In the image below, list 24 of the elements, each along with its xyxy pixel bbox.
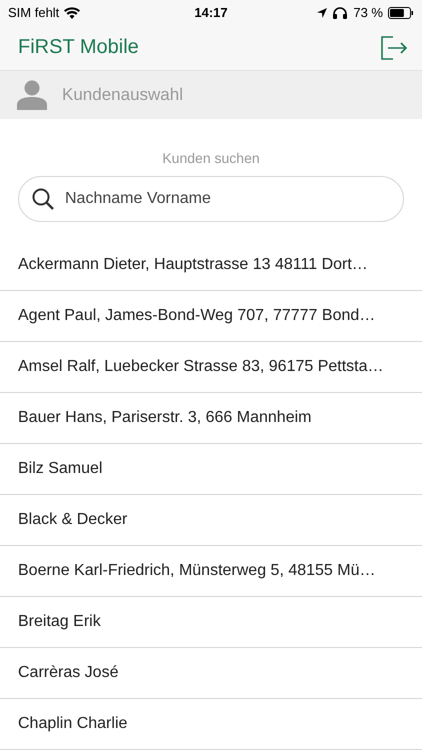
customer-row[interactable]: Carrèras José xyxy=(0,648,422,700)
app-title: FiRST Mobile xyxy=(18,36,139,60)
customer-row[interactable]: Ackermann Dieter, Hauptstrasse 13 48111 Dort… xyxy=(0,240,422,292)
customer-row[interactable]: Bauer Hans, Pariserstr. 3, 666 Mannheim xyxy=(0,393,422,444)
search-icon xyxy=(31,187,55,212)
customer-row[interactable]: Agent Paul, James-Bond-Weg 707, 77777 Bond… xyxy=(0,291,422,342)
customer-row[interactable]: Amsel Ralf, Luebecker Strasse 83, 96175 Pettsta… xyxy=(0,342,422,394)
customer-row[interactable]: Black & Decker xyxy=(0,495,422,546)
clock-time: 14:17 xyxy=(194,5,228,20)
logout-button[interactable] xyxy=(380,36,408,60)
customer-row[interactable]: Bilz Samuel xyxy=(0,444,422,496)
battery-percent: 73 % xyxy=(353,5,383,20)
battery-icon xyxy=(388,6,414,19)
customer-row[interactable]: Chaplin Charlie xyxy=(0,699,422,750)
customer-selection-label: Kundenauswahl xyxy=(62,85,183,106)
customer-row[interactable]: Boerne Karl-Friedrich, Münsterweg 5, 48155 Mü… xyxy=(0,546,422,598)
carrier-text: SIM fehlt xyxy=(8,5,60,20)
person-icon xyxy=(16,80,48,110)
wifi-icon xyxy=(64,6,80,19)
customer-row[interactable]: Breitag Erik xyxy=(0,597,422,648)
headphones-icon xyxy=(332,6,348,19)
search-field[interactable]: Nachname Vorname xyxy=(18,176,404,222)
search-heading: Kunden suchen xyxy=(162,150,260,166)
location-icon xyxy=(317,8,328,18)
